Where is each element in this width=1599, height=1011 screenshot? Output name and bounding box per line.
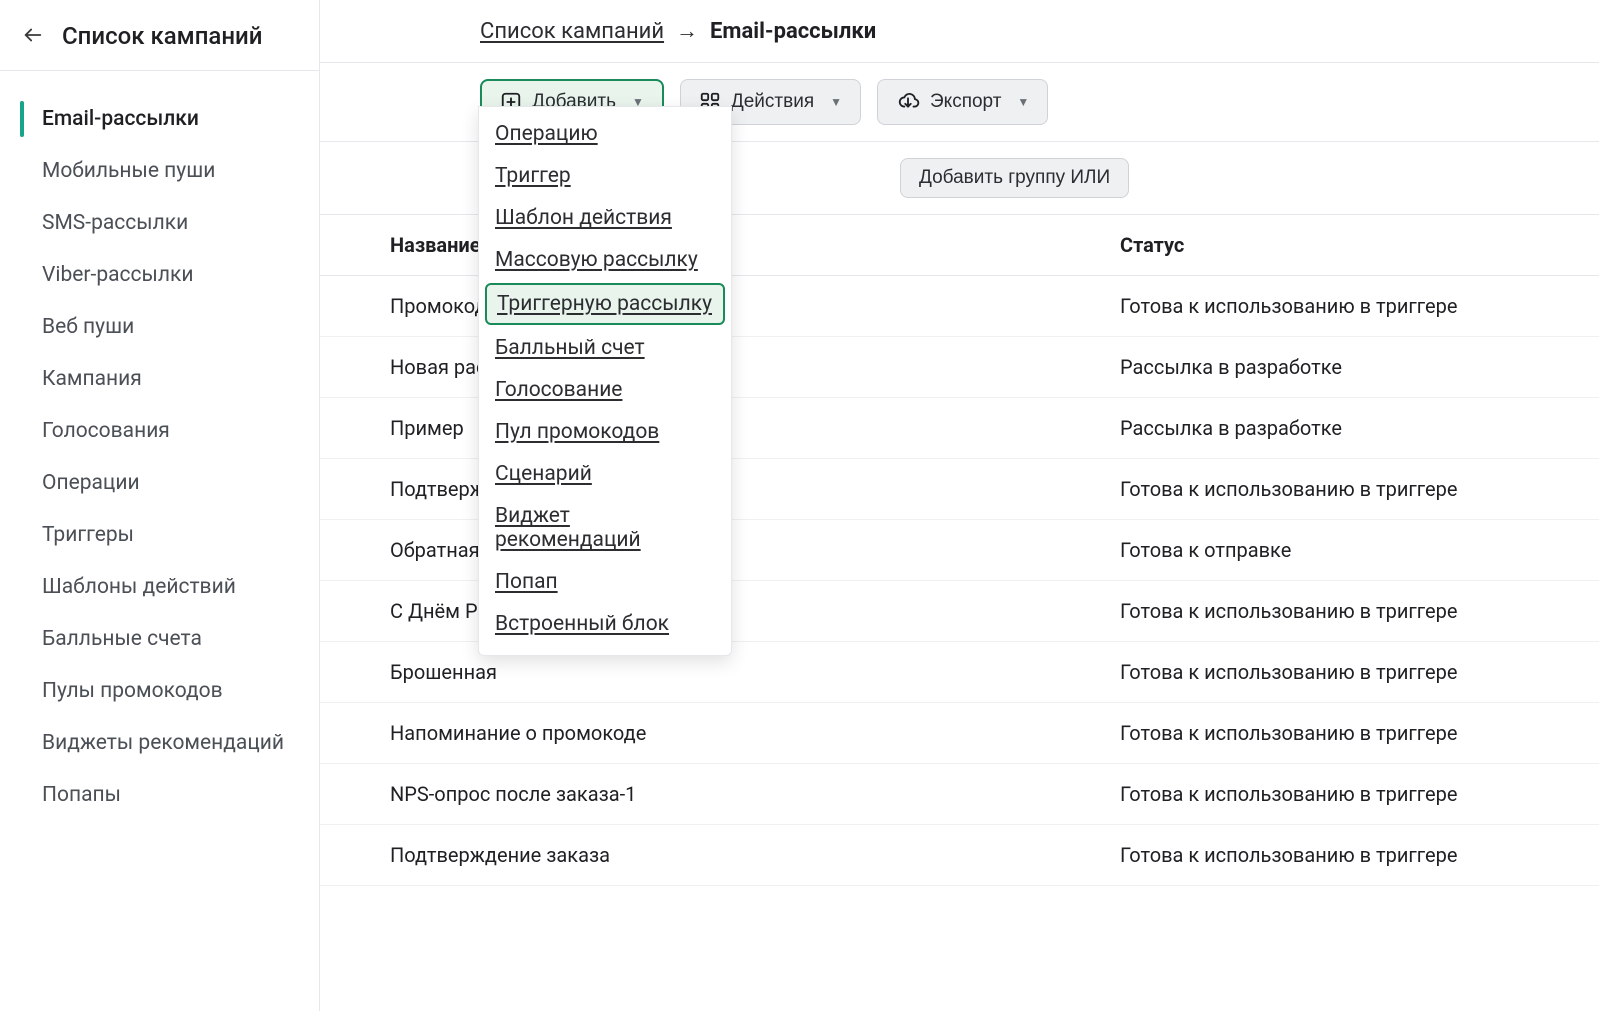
sidebar-item-13[interactable]: Попапы [0,769,319,821]
back-arrow-icon[interactable] [22,24,44,49]
row-name: Напоминание о промокоде [390,721,1120,745]
dropdown-item-link[interactable]: Попап [495,570,558,594]
dropdown-item-5[interactable]: Балльный счет [479,327,731,369]
row-status: Рассылка в разработке [1120,416,1599,440]
row-name: NPS-опрос после заказа-1 [390,782,1120,806]
row-status: Готова к использованию в триггере [1120,599,1599,623]
sidebar-item-label: Email-рассылки [42,107,199,131]
dropdown-item-6[interactable]: Голосование [479,369,731,411]
dropdown-item-7[interactable]: Пул промокодов [479,411,731,453]
sidebar-item-10[interactable]: Балльные счета [0,613,319,665]
dropdown-item-9[interactable]: Виджет рекомендаций [479,495,731,561]
sidebar: Список кампаний Email-рассылки Мобильные … [0,0,320,1011]
sidebar-item-label: Балльные счета [42,627,202,651]
sidebar-nav: Email-рассылки Мобильные пуши SMS-рассылки… [0,71,319,821]
row-status: Готова к использованию в триггере [1120,294,1599,318]
sidebar-item-6[interactable]: Голосования [0,405,319,457]
chevron-down-icon: ▼ [830,95,842,109]
breadcrumb: Список кампаний → Email-рассылки [320,0,1599,63]
row-name: Подтверждение заказа [390,843,1120,867]
sidebar-item-label: Виджеты рекомендаций [42,731,284,755]
column-header-status[interactable]: Статус [1120,233,1599,257]
sidebar-item-12[interactable]: Виджеты рекомендаций [0,717,319,769]
dropdown-item-0[interactable]: Операцию [479,113,731,155]
row-status: Готова к использованию в триггере [1120,843,1599,867]
row-status: Готова к использованию в триггере [1120,782,1599,806]
dropdown-item-10[interactable]: Попап [479,561,731,603]
sidebar-item-label: Пулы промокодов [42,679,223,703]
sidebar-item-label: Попапы [42,783,121,807]
add-dropdown[interactable]: Операцию Триггер Шаблон действия Массовую р… [478,106,732,656]
dropdown-item-link[interactable]: Голосование [495,378,622,402]
chevron-down-icon: ▼ [1017,95,1029,109]
sidebar-item-label: SMS-рассылки [42,211,188,235]
actions-button-label: Действия [731,91,814,113]
sidebar-item-11[interactable]: Пулы промокодов [0,665,319,717]
sidebar-item-label: Viber-рассылки [42,263,193,287]
sidebar-item-label: Триггеры [42,523,134,547]
sidebar-item-2[interactable]: SMS-рассылки [0,197,319,249]
sidebar-item-1[interactable]: Мобильные пуши [0,145,319,197]
dropdown-item-3[interactable]: Массовую рассылку [479,239,731,281]
breadcrumb-link-campaigns[interactable]: Список кампаний [480,19,664,44]
dropdown-item-4[interactable]: Триггерную рассылку [485,283,725,325]
breadcrumb-current: Email-рассылки [710,19,876,44]
row-status: Готова к отправке [1120,538,1599,562]
dropdown-item-1[interactable]: Триггер [479,155,731,197]
sidebar-item-label: Шаблоны действий [42,575,236,599]
table-row[interactable]: Подтверждение заказаГотова к использован… [320,825,1599,886]
dropdown-item-link[interactable]: Встроенный блок [495,612,669,636]
sidebar-item-label: Веб пуши [42,315,134,339]
dropdown-item-link[interactable]: Шаблон действия [495,206,672,230]
sidebar-item-label: Мобильные пуши [42,159,215,183]
dropdown-item-link[interactable]: Сценарий [495,462,592,486]
sidebar-item-label: Кампания [42,367,142,391]
sidebar-item-label: Операции [42,471,140,495]
sidebar-item-3[interactable]: Viber-рассылки [0,249,319,301]
sidebar-header: Список кампаний [0,0,319,71]
sidebar-item-9[interactable]: Шаблоны действий [0,561,319,613]
sidebar-title: Список кампаний [62,22,262,50]
dropdown-item-8[interactable]: Сценарий [479,453,731,495]
sidebar-item-8[interactable]: Триггеры [0,509,319,561]
row-status: Готова к использованию в триггере [1120,660,1599,684]
dropdown-item-2[interactable]: Шаблон действия [479,197,731,239]
arrow-right-icon: → [676,18,698,44]
dropdown-item-link[interactable]: Операцию [495,122,598,146]
dropdown-item-link[interactable]: Виджет рекомендаций [495,504,641,552]
dropdown-item-link[interactable]: Балльный счет [495,336,645,360]
cloud-download-icon [896,91,920,113]
dropdown-item-link[interactable]: Триггерную рассылку [497,292,712,316]
sidebar-item-0[interactable]: Email-рассылки [0,93,319,145]
dropdown-item-link[interactable]: Триггер [495,164,571,188]
export-button-label: Экспорт [930,91,1001,113]
row-name: Брошенная [390,660,1120,684]
dropdown-item-link[interactable]: Пул промокодов [495,420,659,444]
sidebar-item-7[interactable]: Операции [0,457,319,509]
add-or-group-chip[interactable]: Добавить группу ИЛИ [900,158,1129,198]
dropdown-item-11[interactable]: Встроенный блок [479,603,731,645]
sidebar-item-5[interactable]: Кампания [0,353,319,405]
row-status: Готова к использованию в триггере [1120,477,1599,501]
table-row[interactable]: Напоминание о промокодеГотова к использо… [320,703,1599,764]
row-status: Готова к использованию в триггере [1120,721,1599,745]
export-button[interactable]: Экспорт ▼ [877,79,1048,125]
row-status: Рассылка в разработке [1120,355,1599,379]
sidebar-item-4[interactable]: Веб пуши [0,301,319,353]
sidebar-item-label: Голосования [42,419,170,443]
table-row[interactable]: NPS-опрос после заказа-1Готова к использ… [320,764,1599,825]
dropdown-item-link[interactable]: Массовую рассылку [495,248,698,272]
